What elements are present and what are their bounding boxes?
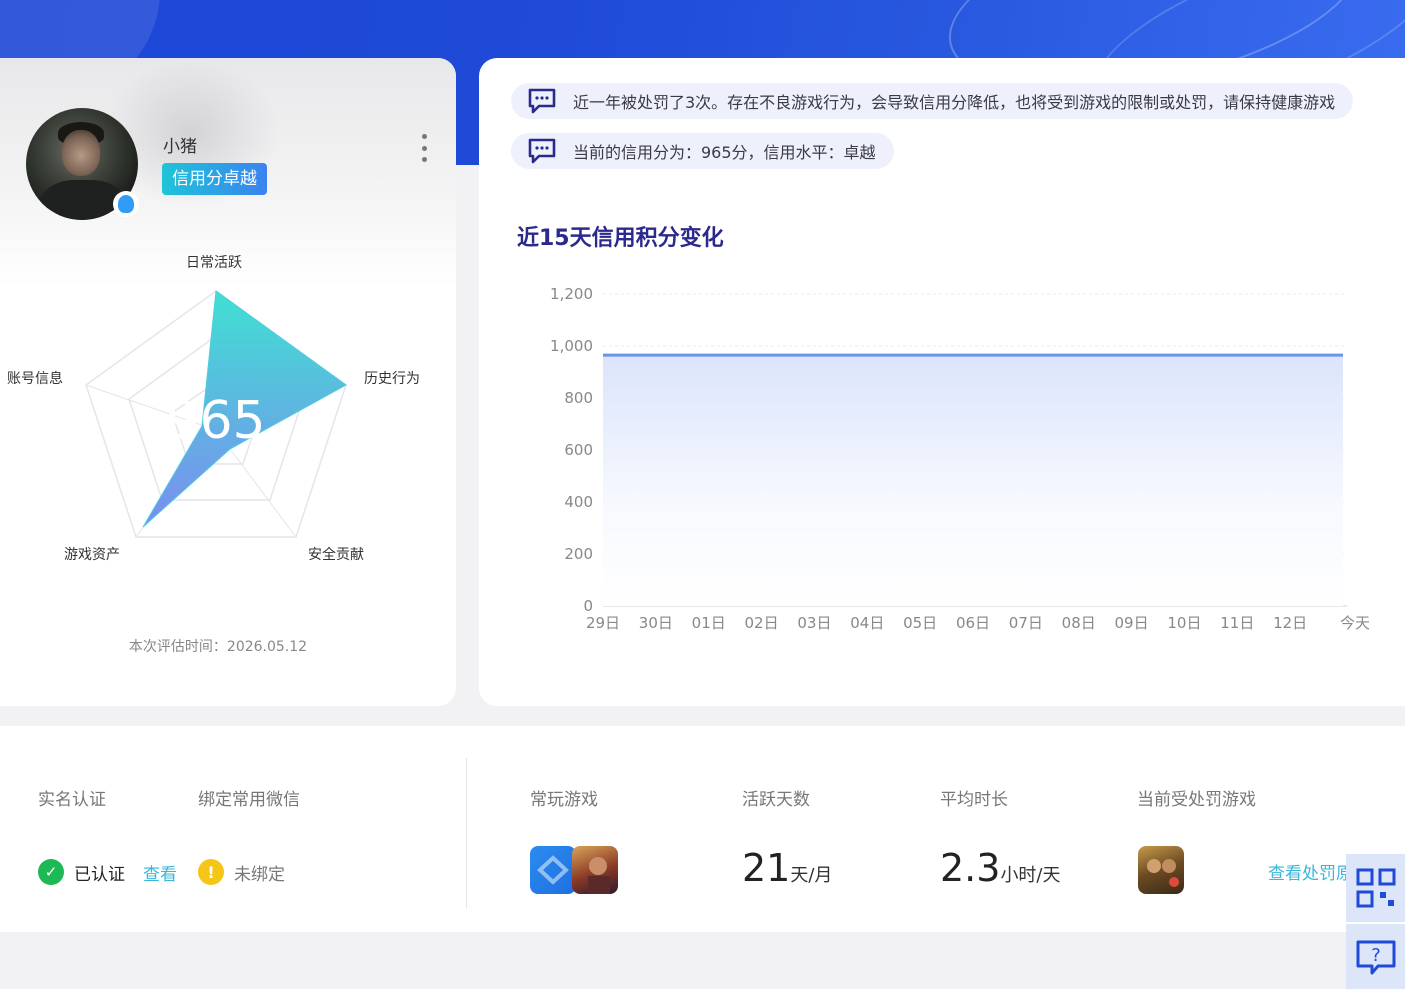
realname-status-text: 已认证 <box>74 864 125 885</box>
game-app-icon[interactable] <box>530 846 576 894</box>
warning-icon: ! <box>198 859 224 885</box>
score-notice: 当前的信用分为：965分，信用水平：卓越 <box>511 133 894 169</box>
profile-card: 小猪 信用分卓越 965 日常活跃 历史行为 安全贡献 游戏资产 账号信息 本次… <box>0 58 456 706</box>
radar-label-security: 安全贡献 <box>308 547 364 563</box>
wechat-label: 绑定常用微信 <box>198 790 300 810</box>
radar-label-account: 账号信息 <box>7 371 63 387</box>
active-days-unit: 天/月 <box>790 865 833 886</box>
help-button[interactable]: ? <box>1346 924 1405 989</box>
punished-games-label: 当前受处罚游戏 <box>1137 790 1256 810</box>
credit-area-chart: 0 200 400 600 800 1,000 1,200 29日 30日 01日 02日 03日 0… <box>550 285 1369 632</box>
x-tick-label: 07日 <box>1009 614 1043 632</box>
x-tick-label: 12日 <box>1273 614 1307 632</box>
message-icon <box>528 88 556 114</box>
active-days-value: 21天/月 <box>742 846 832 890</box>
x-tick-label: 02日 <box>745 614 779 632</box>
qr-code-icon <box>1356 868 1395 908</box>
check-icon: ✓ <box>38 859 64 885</box>
punish-reason-link-wrap: 查看处罚原 <box>1268 859 1346 884</box>
radar-label-history: 历史行为 <box>364 371 420 387</box>
y-tick-label: 400 <box>564 493 593 511</box>
radar-chart: 965 <box>85 290 347 538</box>
nickname: 小猪 <box>163 137 197 157</box>
help-icon: ? <box>1356 940 1395 975</box>
active-days-label: 活跃天数 <box>742 790 810 810</box>
score-notice-text: 当前的信用分为：965分，信用水平：卓越 <box>573 143 876 162</box>
avg-duration-label: 平均时长 <box>940 790 1008 810</box>
game-honor-of-kings-icon[interactable] <box>572 846 618 894</box>
more-options-icon[interactable] <box>418 134 430 162</box>
bottom-info-panel: 实名认证 绑定常用微信 ✓ 已认证 查看 ! 未绑定 常玩游戏 活跃天数 21天… <box>0 726 1405 932</box>
penalty-notice-text: 近一年被处罚了3次。存在不良游戏行为，会导致信用分降低，也将受到游戏的限制或处罚… <box>573 93 1336 112</box>
x-tick-label: 04日 <box>850 614 884 632</box>
x-tick-label: 30日 <box>639 614 673 632</box>
x-tick-label: 11日 <box>1220 614 1254 632</box>
divider <box>466 758 467 908</box>
avg-duration-unit: 小时/天 <box>1000 865 1061 886</box>
penalty-notice: 近一年被处罚了3次。存在不良游戏行为，会导致信用分降低，也将受到游戏的限制或处罚… <box>511 83 1354 119</box>
credit-level-badge: 信用分卓越 <box>162 163 267 195</box>
active-days-number: 21 <box>742 846 791 890</box>
message-icon <box>528 138 556 164</box>
frequent-games-label: 常玩游戏 <box>530 790 598 810</box>
x-tick-label: 今天 <box>1340 614 1369 632</box>
x-tick-label: 03日 <box>797 614 831 632</box>
y-tick-label: 1,000 <box>550 337 593 355</box>
x-tick-label: 05日 <box>903 614 937 632</box>
x-tick-label: 29日 <box>586 614 620 632</box>
x-tick-label: 10日 <box>1167 614 1201 632</box>
view-punish-reason-link[interactable]: 查看处罚原 <box>1268 859 1346 884</box>
realname-label: 实名认证 <box>38 790 106 810</box>
realname-view-link[interactable]: 查看 <box>143 860 177 885</box>
y-tick-label: 600 <box>564 441 593 459</box>
radar-label-assets: 游戏资产 <box>64 547 120 563</box>
x-tick-label: 06日 <box>956 614 990 632</box>
x-tick-label: 09日 <box>1115 614 1149 632</box>
evaluation-time: 本次评估时间：2026.05.12 <box>128 639 308 655</box>
avg-duration-value: 2.3小时/天 <box>940 846 1061 890</box>
chart-title: 近15天信用积分变化 <box>517 226 724 251</box>
y-tick-label: 1,200 <box>550 285 593 303</box>
chart-area-fill <box>603 355 1343 606</box>
radar-label-daily-active: 日常活跃 <box>186 255 242 271</box>
y-tick-label: 800 <box>564 389 593 407</box>
credit-chart-card: 近一年被处罚了3次。存在不良游戏行为，会导致信用分降低，也将受到游戏的限制或处罚… <box>479 58 1405 706</box>
realname-status: ✓ 已认证 查看 <box>38 859 177 885</box>
wechat-status-text: 未绑定 <box>234 864 285 885</box>
avg-duration-number: 2.3 <box>940 846 1001 890</box>
radar-score: 965 <box>166 391 265 451</box>
qr-code-button[interactable] <box>1346 854 1405 924</box>
y-tick-label: 0 <box>583 597 593 615</box>
qq-icon <box>113 191 139 217</box>
side-toolbar: ? <box>1346 854 1405 989</box>
y-tick-label: 200 <box>564 545 593 563</box>
punished-game-icon[interactable] <box>1138 846 1184 894</box>
x-tick-label: 08日 <box>1062 614 1096 632</box>
x-tick-label: 01日 <box>692 614 726 632</box>
svg-text:?: ? <box>1371 945 1381 966</box>
wechat-status: ! 未绑定 <box>198 859 285 885</box>
